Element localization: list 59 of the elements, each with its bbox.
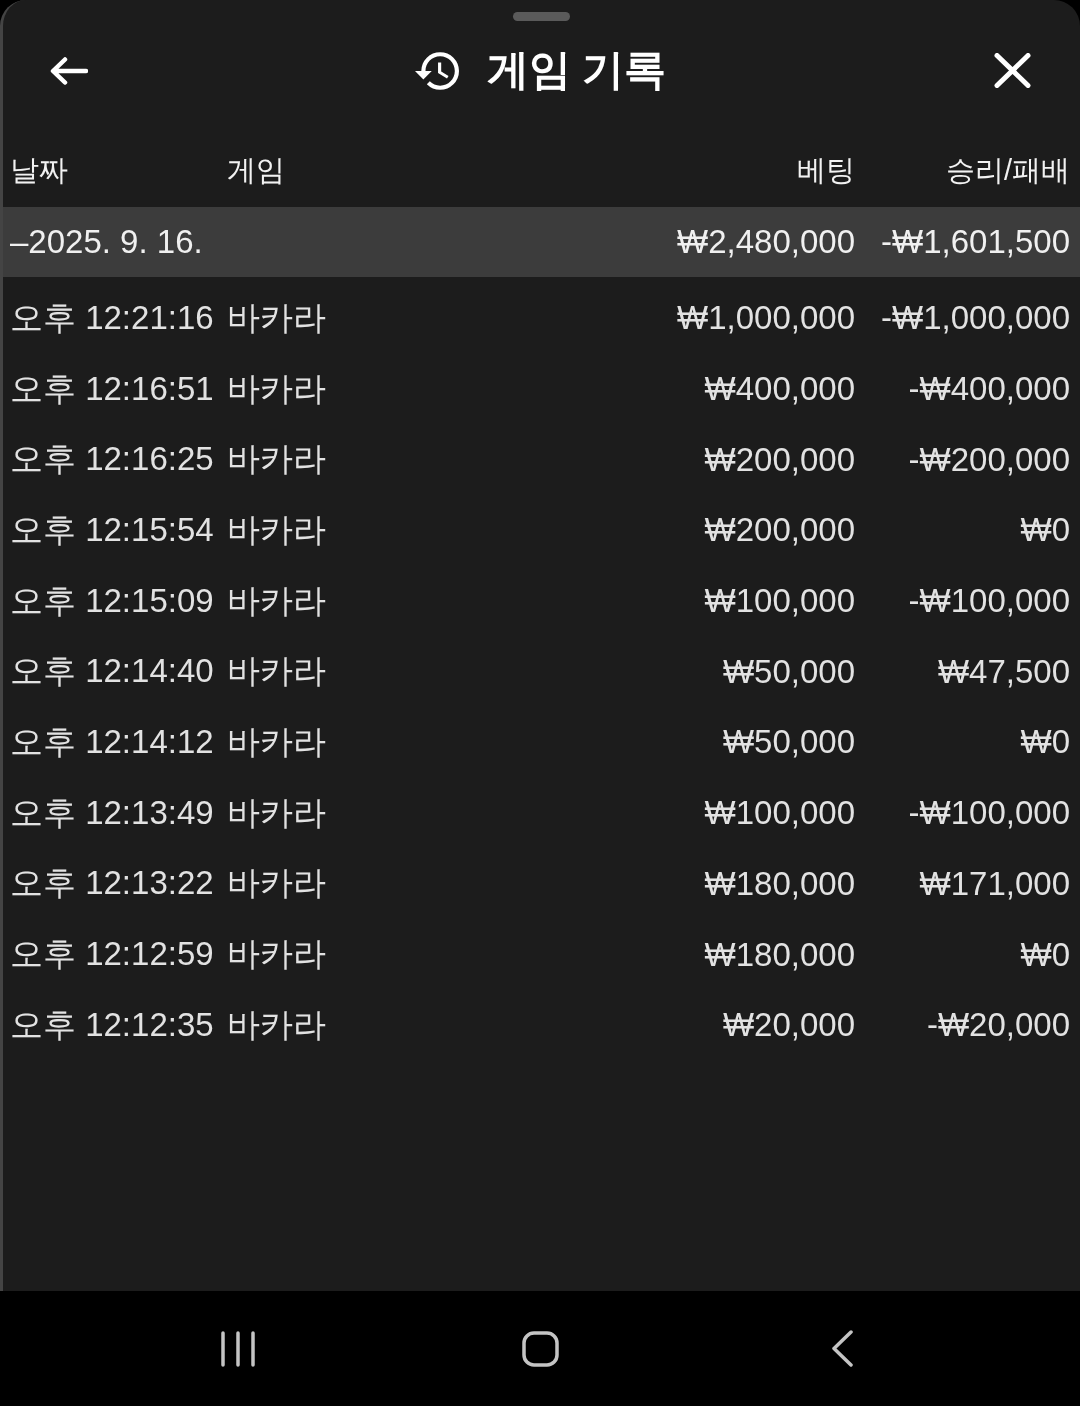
result-cell-text: -₩20,000 bbox=[925, 1006, 1070, 1045]
result-cell-text: ₩47,500 bbox=[936, 652, 1070, 691]
history-icon bbox=[414, 51, 459, 90]
time-cell-text: 오후 12:12:59 bbox=[10, 934, 215, 975]
game-cell-text: 바카라 bbox=[227, 651, 327, 692]
bet-cell: ₩100,000 bbox=[704, 794, 855, 833]
group-result-total: -₩1,601,500 bbox=[880, 223, 1070, 261]
close-icon[interactable] bbox=[994, 53, 1031, 88]
game-cell-text: 바카라 bbox=[227, 721, 327, 762]
game-cell-text: 바카라 bbox=[227, 297, 327, 338]
result-cell-text: ₩171,000 bbox=[918, 864, 1070, 903]
game-cell-text: 바카라 bbox=[227, 509, 327, 550]
bet-cell: ₩50,000 bbox=[722, 723, 855, 762]
bet-cell: ₩100,000 bbox=[704, 582, 855, 621]
group-date: –2025. 9. 16. bbox=[10, 223, 204, 261]
column-header: 날짜 bbox=[10, 152, 69, 188]
game-cell-text: 바카라 bbox=[227, 439, 327, 480]
time-cell-text: 오후 12:13:22 bbox=[10, 863, 215, 904]
result-cell-text: ₩0 bbox=[1019, 935, 1070, 974]
column-header: 베팅 bbox=[797, 152, 855, 188]
bet-cell: ₩200,000 bbox=[704, 511, 855, 550]
result-cell-text: -₩200,000 bbox=[907, 440, 1070, 479]
game-cell-text: 바카라 bbox=[227, 368, 327, 409]
drag-handle[interactable] bbox=[513, 12, 570, 21]
recent-apps-icon[interactable] bbox=[221, 1330, 255, 1367]
time-cell-text: 오후 12:15:09 bbox=[10, 580, 215, 621]
sheet-title: 게임 기록 bbox=[486, 47, 667, 94]
result-cell-text: -₩100,000 bbox=[907, 794, 1070, 833]
column-header: 승리/패배 bbox=[944, 152, 1070, 188]
back-icon[interactable] bbox=[831, 1330, 853, 1367]
time-cell-text: 오후 12:14:12 bbox=[10, 721, 215, 762]
result-cell-text: -₩400,000 bbox=[907, 370, 1070, 409]
time-cell-text: 오후 12:14:40 bbox=[10, 651, 215, 692]
bet-cell: ₩20,000 bbox=[722, 1006, 855, 1045]
bet-cell: ₩200,000 bbox=[704, 440, 855, 479]
game-cell-text: 바카라 bbox=[227, 863, 327, 904]
time-cell-text: 오후 12:13:49 bbox=[10, 792, 215, 833]
result-cell-text: -₩100,000 bbox=[907, 582, 1070, 621]
result-cell-text: ₩0 bbox=[1019, 723, 1070, 762]
bet-cell: ₩400,000 bbox=[704, 370, 855, 409]
time-cell-text: 오후 12:16:25 bbox=[10, 439, 215, 480]
bet-cell: ₩50,000 bbox=[722, 652, 855, 691]
time-cell-text: 오후 12:21:16 bbox=[10, 297, 215, 338]
time-cell-text: 오후 12:16:51 bbox=[10, 368, 215, 409]
time-cell-text: 오후 12:12:35 bbox=[10, 1004, 215, 1045]
bet-cell: ₩180,000 bbox=[704, 864, 855, 903]
back-arrow-icon[interactable] bbox=[50, 56, 88, 85]
game-cell-text: 바카라 bbox=[227, 792, 327, 833]
result-cell-text: -₩1,000,000 bbox=[880, 299, 1070, 338]
time-cell-text: 오후 12:15:54 bbox=[10, 509, 215, 550]
bet-cell: ₩1,000,000 bbox=[677, 299, 855, 338]
game-cell-text: 바카라 bbox=[227, 1004, 327, 1045]
game-cell-text: 바카라 bbox=[227, 934, 327, 975]
group-bet-total: ₩2,480,000 bbox=[677, 223, 855, 261]
column-header: 게임 bbox=[227, 152, 286, 188]
bet-cell: ₩180,000 bbox=[704, 935, 855, 974]
result-cell-text: ₩0 bbox=[1019, 511, 1070, 550]
game-cell-text: 바카라 bbox=[227, 580, 327, 621]
home-icon[interactable] bbox=[521, 1330, 559, 1367]
